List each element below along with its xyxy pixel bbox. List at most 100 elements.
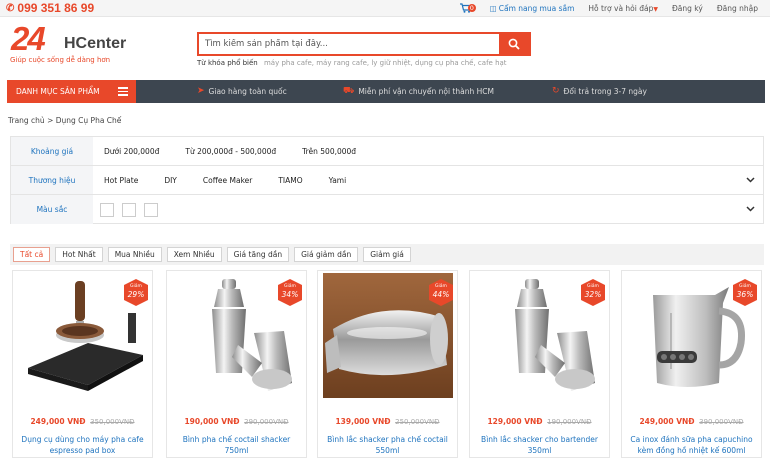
- search-button[interactable]: [499, 34, 529, 54]
- discount-value: 32%: [584, 290, 602, 299]
- search-input[interactable]: [199, 34, 499, 54]
- discount-prefix: Giảm: [130, 284, 142, 289]
- color-swatch[interactable]: [122, 202, 136, 217]
- sort-hot[interactable]: Hot Nhất: [55, 247, 103, 262]
- feature-free-delivery: ⛟ Miễn phí vận chuyển nội thành HCM: [343, 86, 494, 97]
- top-links: 0 ◫ Cẩm nang mua sắm Hỗ trợ và hỏi đáp▼ …: [459, 3, 758, 14]
- category-menu-button[interactable]: DANH MỤC SẢN PHẨM: [7, 80, 136, 103]
- nav-bar: DANH MỤC SẢN PHẨM ➤ Giao hàng toàn quốc …: [7, 80, 765, 103]
- old-price: 350,000VNĐ: [90, 418, 135, 426]
- discount-prefix: Giảm: [435, 284, 447, 289]
- product-price: 190,000 VNĐ 290,000VNĐ: [167, 417, 306, 426]
- hamburger-icon: [118, 87, 128, 96]
- discount-value: 29%: [127, 290, 145, 299]
- discount-prefix: Giảm: [739, 284, 751, 289]
- phone-icon: ✆: [6, 2, 15, 14]
- current-price: 190,000 VNĐ: [184, 417, 240, 426]
- product-card[interactable]: Giảm 32% 129,000 VNĐ 190,000VNĐ Bình lắc…: [469, 270, 610, 458]
- sort-bar: Tất cả Hot Nhất Mua Nhiều Xem Nhiều Giá …: [10, 244, 764, 265]
- discount-prefix: Giảm: [284, 284, 296, 289]
- logo-word: HCenter: [64, 35, 127, 52]
- top-bar: ✆ 099 351 86 99 0 ◫ Cẩm nang mua sắm Hỗ …: [0, 0, 770, 17]
- product-card[interactable]: Giảm 36% 249,000 VNĐ 390,000VNĐ Ca inox …: [621, 270, 762, 458]
- product-price: 129,000 VNĐ 190,000VNĐ: [470, 417, 609, 426]
- help-menu[interactable]: Hỗ trợ và hỏi đáp▼: [588, 4, 658, 13]
- filter-option[interactable]: DIY: [164, 176, 177, 185]
- discount-badge: Giảm 44%: [429, 279, 453, 306]
- chevron-down-icon[interactable]: [746, 204, 755, 213]
- sort-all[interactable]: Tất cả: [13, 247, 51, 262]
- sort-most-viewed[interactable]: Xem Nhiều: [166, 247, 222, 262]
- discount-value: 44%: [432, 290, 450, 299]
- filter-option[interactable]: Coffee Maker: [203, 176, 252, 185]
- filter-option[interactable]: TIAMO: [278, 176, 302, 185]
- feature-shipping: ➤ Giao hàng toàn quốc: [197, 86, 287, 96]
- chevron-down-icon[interactable]: [746, 175, 755, 184]
- filter-option[interactable]: Yami: [329, 176, 347, 185]
- search-box: [197, 32, 531, 56]
- discount-badge: Giảm 34%: [278, 279, 302, 306]
- caret-down-icon: ▼: [653, 6, 658, 13]
- popular-keywords-label: Từ khóa phổ biến: [197, 59, 258, 67]
- discount-value: 36%: [736, 290, 754, 299]
- discount-value: 34%: [281, 290, 299, 299]
- filter-options: [100, 195, 166, 224]
- breadcrumb[interactable]: Trang chủ > Dụng Cụ Pha Chế: [8, 116, 121, 125]
- guide-link[interactable]: ◫ Cẩm nang mua sắm: [490, 4, 575, 13]
- discount-badge: Giảm 29%: [124, 279, 148, 306]
- filter-label: Thương hiệu: [11, 166, 93, 194]
- filter-option[interactable]: Từ 200,000đ - 500,000đ: [185, 147, 276, 156]
- old-price: 250,000VNĐ: [395, 418, 440, 426]
- current-price: 129,000 VNĐ: [487, 417, 543, 426]
- product-price: 249,000 VNĐ 390,000VNĐ: [622, 417, 761, 426]
- filter-option[interactable]: Trên 500,000đ: [302, 147, 356, 156]
- feature-label: Miễn phí vận chuyển nội thành HCM: [358, 87, 494, 96]
- site-logo[interactable]: 24 HCenter Giúp cuộc sống dễ dàng hơn: [9, 20, 139, 70]
- product-name[interactable]: Bình lắc shacker cho bartender 350ml: [474, 434, 605, 456]
- current-price: 249,000 VNĐ: [639, 417, 695, 426]
- sort-price-desc[interactable]: Giá giảm dần: [294, 247, 359, 262]
- popular-keywords: Từ khóa phổ biến máy pha cafe, máy rang …: [197, 59, 507, 67]
- filter-options: Hot Plate DIY Coffee Maker TIAMO Yami: [104, 166, 346, 194]
- filter-row-price: Khoảng giá Dưới 200,000đ Từ 200,000đ - 5…: [11, 137, 763, 166]
- category-menu-label: DANH MỤC SẢN PHẨM: [16, 87, 100, 96]
- filter-option[interactable]: Hot Plate: [104, 176, 138, 185]
- register-link[interactable]: Đăng ký: [672, 4, 703, 13]
- feature-returns: ↻ Đổi trả trong 3-7 ngày: [552, 86, 647, 96]
- popular-keywords-list[interactable]: máy pha cafe, máy rang cafe, ly giữ nhiệ…: [264, 59, 507, 67]
- discount-badge: Giảm 32%: [581, 279, 605, 306]
- product-card[interactable]: Giảm 34% 190,000 VNĐ 290,000VNĐ Bình pha…: [166, 270, 307, 458]
- filter-row-color: Màu sắc: [11, 195, 763, 224]
- product-price: 139,000 VNĐ 250,000VNĐ: [318, 417, 457, 426]
- product-card[interactable]: Giảm 29% 249,000 VNĐ 350,000VNĐ Dụng cụ …: [12, 270, 153, 458]
- discount-badge: Giảm 36%: [733, 279, 757, 306]
- hotline[interactable]: ✆ 099 351 86 99: [6, 1, 94, 15]
- filter-options: Dưới 200,000đ Từ 200,000đ - 500,000đ Trê…: [104, 137, 356, 165]
- color-swatch[interactable]: [100, 202, 114, 217]
- filter-row-brand: Thương hiệu Hot Plate DIY Coffee Maker T…: [11, 166, 763, 195]
- product-name[interactable]: Ca inox đánh sữa pha capuchino kèm đồng …: [626, 434, 757, 456]
- product-name[interactable]: Bình pha chế coctail shacker 750ml: [171, 434, 302, 456]
- sort-most-bought[interactable]: Mua Nhiều: [107, 247, 162, 262]
- cart-count-badge: 0: [467, 4, 476, 12]
- login-link[interactable]: Đăng nhập: [717, 4, 758, 13]
- product-price: 249,000 VNĐ 350,000VNĐ: [13, 417, 152, 426]
- sort-discount[interactable]: Giảm giá: [363, 247, 411, 262]
- sort-price-asc[interactable]: Giá tăng dần: [226, 247, 290, 262]
- product-name[interactable]: Bình lắc shacker pha chế coctail 550ml: [322, 434, 453, 456]
- logo-number: 24: [11, 20, 46, 57]
- old-price: 290,000VNĐ: [244, 418, 289, 426]
- search-icon: [508, 38, 520, 50]
- current-price: 249,000 VNĐ: [30, 417, 86, 426]
- hotline-number: 099 351 86 99: [17, 1, 95, 15]
- guide-link-label: Cẩm nang mua sắm: [498, 4, 575, 13]
- filter-label: Màu sắc: [11, 195, 93, 224]
- book-icon: ◫: [489, 4, 497, 13]
- color-swatch[interactable]: [144, 202, 158, 217]
- filter-option[interactable]: Dưới 200,000đ: [104, 147, 159, 156]
- filter-panel: Khoảng giá Dưới 200,000đ Từ 200,000đ - 5…: [10, 136, 764, 224]
- product-name[interactable]: Dụng cụ dùng cho máy pha cafe espresso p…: [17, 434, 148, 456]
- product-card[interactable]: Giảm 44% 139,000 VNĐ 250,000VNĐ Bình lắc…: [317, 270, 458, 458]
- cart-button[interactable]: 0: [459, 3, 476, 14]
- old-price: 390,000VNĐ: [699, 418, 744, 426]
